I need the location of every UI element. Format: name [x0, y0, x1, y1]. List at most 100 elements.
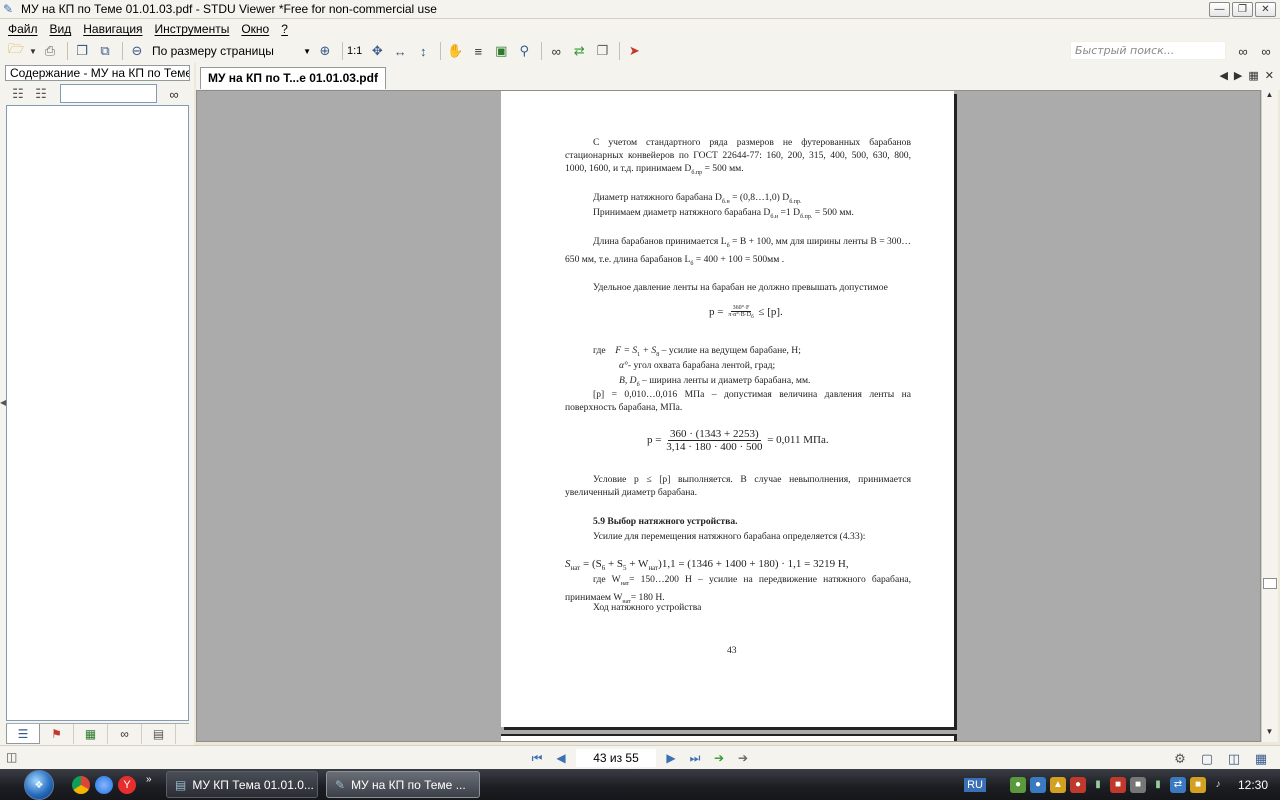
expand-all-icon[interactable]: ☷ [8, 84, 28, 104]
next-page-icon[interactable]: ▶ [662, 749, 680, 767]
left-panel-tools: ☷ ☷ [8, 84, 54, 104]
search-forward-icon[interactable]: ∞ [1233, 41, 1253, 61]
find-icon[interactable]: ∞ [546, 41, 566, 61]
quick-search-input[interactable]: Быстрый поиск... [1070, 41, 1226, 60]
sync-tray-icon[interactable]: ⇄ [1169, 776, 1186, 793]
toolbar-separator [440, 42, 442, 60]
toolbar: 🗁 ▼ ⎙ ❐ ⧉ ⊖ По размеру страницы ▼ ⊕ 1:1 … [0, 39, 1280, 63]
signal-icon[interactable]: ▮ [1150, 777, 1166, 793]
tray-icon-7[interactable]: ■ [1129, 776, 1146, 793]
tab-next-icon[interactable]: ▶ [1234, 69, 1242, 82]
thumbnails-tab-icon[interactable]: ▦ [74, 724, 108, 744]
fit-page-icon[interactable]: ✥ [367, 41, 387, 61]
contents-tree[interactable] [6, 105, 189, 721]
scroll-down-icon[interactable]: ▼ [1262, 727, 1277, 742]
copy-page-icon[interactable]: ❐ [592, 41, 612, 61]
bookmarks-tab-icon[interactable]: ⚑ [40, 724, 74, 744]
multi-pages-icon[interactable]: ▦ [1251, 749, 1271, 769]
volume-icon[interactable]: ♪ [1210, 777, 1226, 793]
actual-size-button[interactable]: 1:1 [347, 45, 362, 57]
contents-search-input[interactable] [60, 84, 157, 103]
search-tab-icon[interactable]: ∞ [108, 724, 142, 744]
prev-page-icon[interactable]: ◀ [552, 749, 570, 767]
paragraph-drum-sizes: С учетом стандартного ряда размеров не ф… [565, 137, 911, 176]
paragraph-allowable-pressure: [p] = 0,010…0,016 МПа – допустимая велич… [565, 389, 911, 413]
tab-controls: ◀ ▶ ▦ ✕ [1219, 69, 1274, 82]
paragraph-accept-diameter: Принимаем диаметр натяжного барабана Dб.… [593, 207, 854, 220]
copy-icon[interactable]: ❐ [72, 41, 92, 61]
close-button[interactable]: ✕ [1255, 2, 1276, 17]
zoom-out-icon[interactable]: ⊖ [127, 41, 147, 61]
menu-view[interactable]: Вид [48, 22, 82, 36]
fit-width-icon[interactable]: ↔ [390, 41, 410, 61]
contents-tab-icon[interactable]: ☰ [6, 724, 40, 744]
fit-height-icon[interactable]: ↕ [413, 41, 433, 61]
chrome-icon[interactable] [72, 776, 90, 794]
next-page-edge [501, 734, 954, 741]
menu-help[interactable]: ? [279, 22, 298, 36]
window-controls: — ❐ ✕ [1209, 2, 1276, 17]
browser-icon[interactable] [95, 776, 113, 794]
zoom-select[interactable]: По размеру страницы ▼ [150, 42, 315, 60]
menu-file[interactable]: Файл [6, 22, 48, 36]
search-options-icon[interactable]: ∞ [1256, 41, 1276, 61]
open-folder-icon[interactable]: 🗁 [6, 41, 26, 61]
bookmark-add-icon[interactable]: ➤ [624, 41, 644, 61]
first-page-icon[interactable]: ⏮ [528, 749, 546, 767]
page-indicator-input[interactable]: 43 из 55 [576, 749, 656, 767]
contents-find-icon[interactable]: ∞ [164, 84, 184, 104]
clock[interactable]: 12:30 [1238, 778, 1268, 792]
forward-icon[interactable]: ➔ [734, 749, 752, 767]
scroll-thumb[interactable] [1263, 578, 1277, 589]
two-pages-icon[interactable]: ◫ [1224, 749, 1244, 769]
document-tab[interactable]: МУ на КП по Т...е 01.01.03.pdf [200, 67, 386, 89]
start-button[interactable]: ❖ [20, 769, 58, 800]
panel-toggle-icon[interactable]: ◫ [6, 750, 17, 764]
notes-tab-icon[interactable]: ▤ [142, 724, 176, 744]
hand-tool-icon[interactable]: ✋ [445, 41, 465, 61]
vertical-scrollbar[interactable]: ▲ ▼ [1261, 90, 1278, 742]
pages-icon[interactable]: ⧉ [95, 41, 115, 61]
contents-panel-tab[interactable]: Содержание - МУ на КП по Теме [5, 65, 190, 81]
restore-button[interactable]: ❐ [1232, 2, 1253, 17]
single-page-icon[interactable]: ▢ [1197, 749, 1217, 769]
text-select-icon[interactable]: ≡ [468, 41, 488, 61]
quicklaunch-more-icon[interactable]: » [146, 774, 152, 785]
print-icon[interactable]: ⎙ [40, 41, 60, 61]
document-page: С учетом стандартного ряда размеров не ф… [501, 91, 954, 727]
tray-icon-4[interactable]: ● [1069, 776, 1086, 793]
scroll-up-icon[interactable]: ▲ [1262, 90, 1277, 105]
collapse-all-icon[interactable]: ☷ [31, 84, 51, 104]
language-indicator[interactable]: RU [964, 777, 986, 792]
stdu-viewer-icon: ✎ [335, 777, 346, 792]
minimize-button[interactable]: — [1209, 2, 1230, 17]
formula-pressure-calc: p = 360 · (1343 + 2253) 3,14 · 180 · 400 … [647, 428, 829, 453]
tray-icon-2[interactable]: ● [1029, 776, 1046, 793]
tray-icon-3[interactable]: ▲ [1049, 776, 1066, 793]
zoom-in-icon[interactable]: ⊕ [315, 41, 335, 61]
back-icon[interactable]: ➔ [710, 749, 728, 767]
settings-icon[interactable]: ⚙ [1170, 749, 1190, 769]
menu-tools[interactable]: Инструменты [153, 22, 240, 36]
open-dropdown-icon[interactable]: ▼ [29, 41, 37, 61]
sync-icon[interactable]: ⇄ [569, 41, 589, 61]
panel-splitter-handle[interactable]: ◀ [0, 398, 6, 410]
paragraph-drum-length: Длина барабанов принимается Lб = B + 100… [565, 236, 911, 267]
menu-window[interactable]: Окно [239, 22, 279, 36]
taskbar-task-1[interactable]: ▤ МУ КП Тема 01.01.0... [166, 771, 318, 798]
tab-prev-icon[interactable]: ◀ [1219, 69, 1227, 82]
tab-list-icon[interactable]: ▦ [1248, 69, 1258, 82]
tray-icon-10[interactable]: ■ [1189, 776, 1206, 793]
menu-navigation[interactable]: Навигация [81, 22, 152, 36]
tray-icon-6[interactable]: ■ [1109, 776, 1126, 793]
zoom-area-icon[interactable]: ⚲ [514, 41, 534, 61]
image-select-icon[interactable]: ▣ [491, 41, 511, 61]
network-icon[interactable]: ▮ [1090, 777, 1106, 793]
tab-close-icon[interactable]: ✕ [1265, 69, 1274, 82]
taskbar-task-2[interactable]: ✎ МУ на КП по Теме ... [326, 771, 480, 798]
document-viewport[interactable]: С учетом стандартного ряда размеров не ф… [196, 90, 1261, 742]
tray-icon-1[interactable]: ● [1009, 776, 1026, 793]
document-tab-bar: МУ на КП по Т...е 01.01.03.pdf ◀ ▶ ▦ ✕ [196, 63, 1280, 90]
yandex-icon[interactable]: Y [118, 776, 136, 794]
last-page-icon[interactable]: ⏭ [686, 749, 704, 767]
